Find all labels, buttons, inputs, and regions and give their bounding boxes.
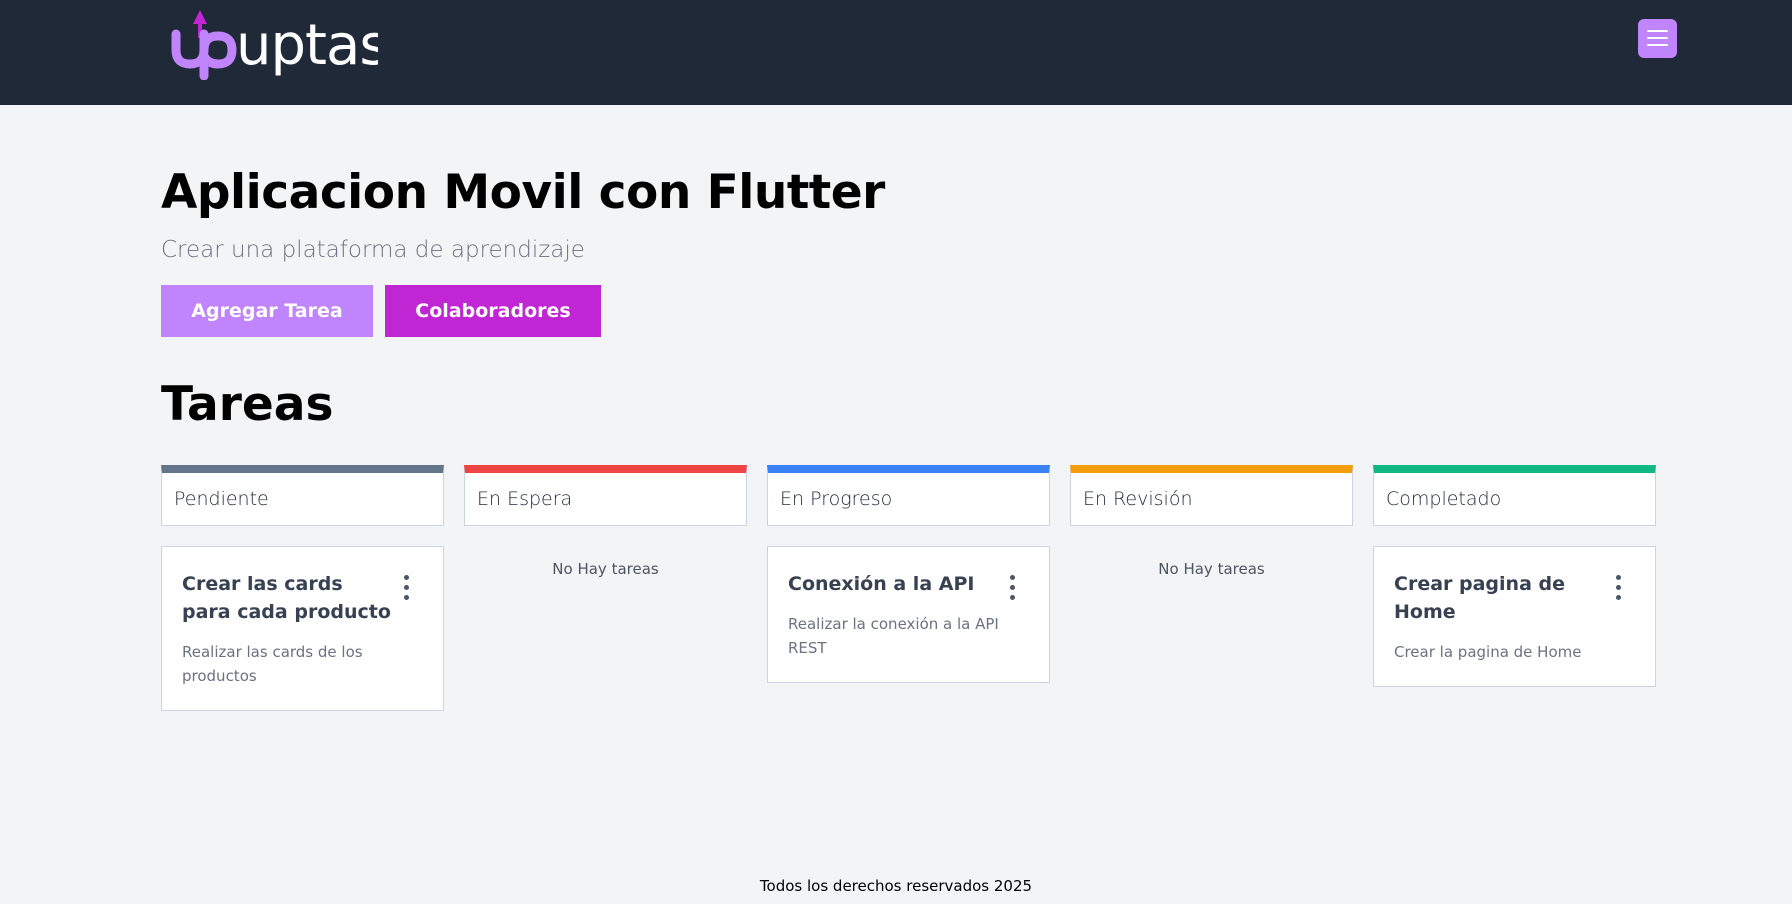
task-title: Crear las cards para cada producto	[182, 573, 391, 623]
column-label: En Progreso	[780, 488, 893, 510]
hamburger-icon	[1647, 30, 1668, 32]
task-card[interactable]: Crear pagina de Home Crear la pagina de …	[1373, 546, 1656, 687]
menu-button[interactable]	[1638, 19, 1677, 58]
task-title: Conexión a la API	[788, 573, 975, 595]
task-card[interactable]: Conexión a la API Realizar la conexión a…	[767, 546, 1050, 683]
column-label: En Revisión	[1083, 488, 1193, 510]
column-completado: Completado Crear pagina de Home Crear la…	[1373, 465, 1656, 687]
task-title: Crear pagina de Home	[1394, 573, 1565, 623]
task-description: Realizar la conexión a la API REST	[788, 615, 999, 657]
tasks-heading: Tareas	[161, 377, 334, 432]
task-card[interactable]: Crear las cards para cada producto Reali…	[161, 546, 444, 711]
more-options-icon[interactable]	[1010, 575, 1016, 602]
column-label: Completado	[1386, 488, 1502, 510]
column-en-progreso: En Progreso Conexión a la API Realizar l…	[767, 465, 1050, 683]
project-title: Aplicacion Movil con Flutter	[161, 165, 885, 220]
footer-text: Todos los derechos reservados 2025	[759, 877, 1033, 895]
column-header: En Progreso	[767, 465, 1050, 526]
collaborators-button[interactable]: Colaboradores	[385, 285, 601, 337]
column-header: En Espera	[464, 465, 747, 526]
column-header: En Revisión	[1070, 465, 1353, 526]
column-en-revision: En Revisión No Hay tareas	[1070, 465, 1353, 578]
column-header: Pendiente	[161, 465, 444, 526]
task-description: Crear la pagina de Home	[1394, 643, 1582, 661]
add-task-button[interactable]: Agregar Tarea	[161, 285, 373, 337]
column-en-espera: En Espera No Hay tareas	[464, 465, 747, 578]
empty-column-message: No Hay tareas	[1158, 560, 1265, 578]
project-description: Crear una plataforma de aprendizaje	[161, 237, 585, 263]
logo-text: uptask	[236, 13, 378, 78]
more-options-icon[interactable]	[1616, 575, 1622, 602]
hamburger-icon-line	[1647, 37, 1668, 39]
column-label: Pendiente	[174, 488, 269, 510]
task-description: Realizar las cards de los productos	[182, 643, 363, 685]
empty-column-message: No Hay tareas	[552, 560, 659, 578]
hamburger-icon-line	[1647, 44, 1668, 46]
column-label: En Espera	[477, 488, 573, 510]
uptask-logo[interactable]: uptask	[168, 4, 378, 80]
column-header: Completado	[1373, 465, 1656, 526]
more-options-icon[interactable]	[404, 575, 410, 602]
column-pendiente: Pendiente Crear las cards para cada prod…	[161, 465, 444, 711]
top-header: uptask	[0, 0, 1792, 105]
